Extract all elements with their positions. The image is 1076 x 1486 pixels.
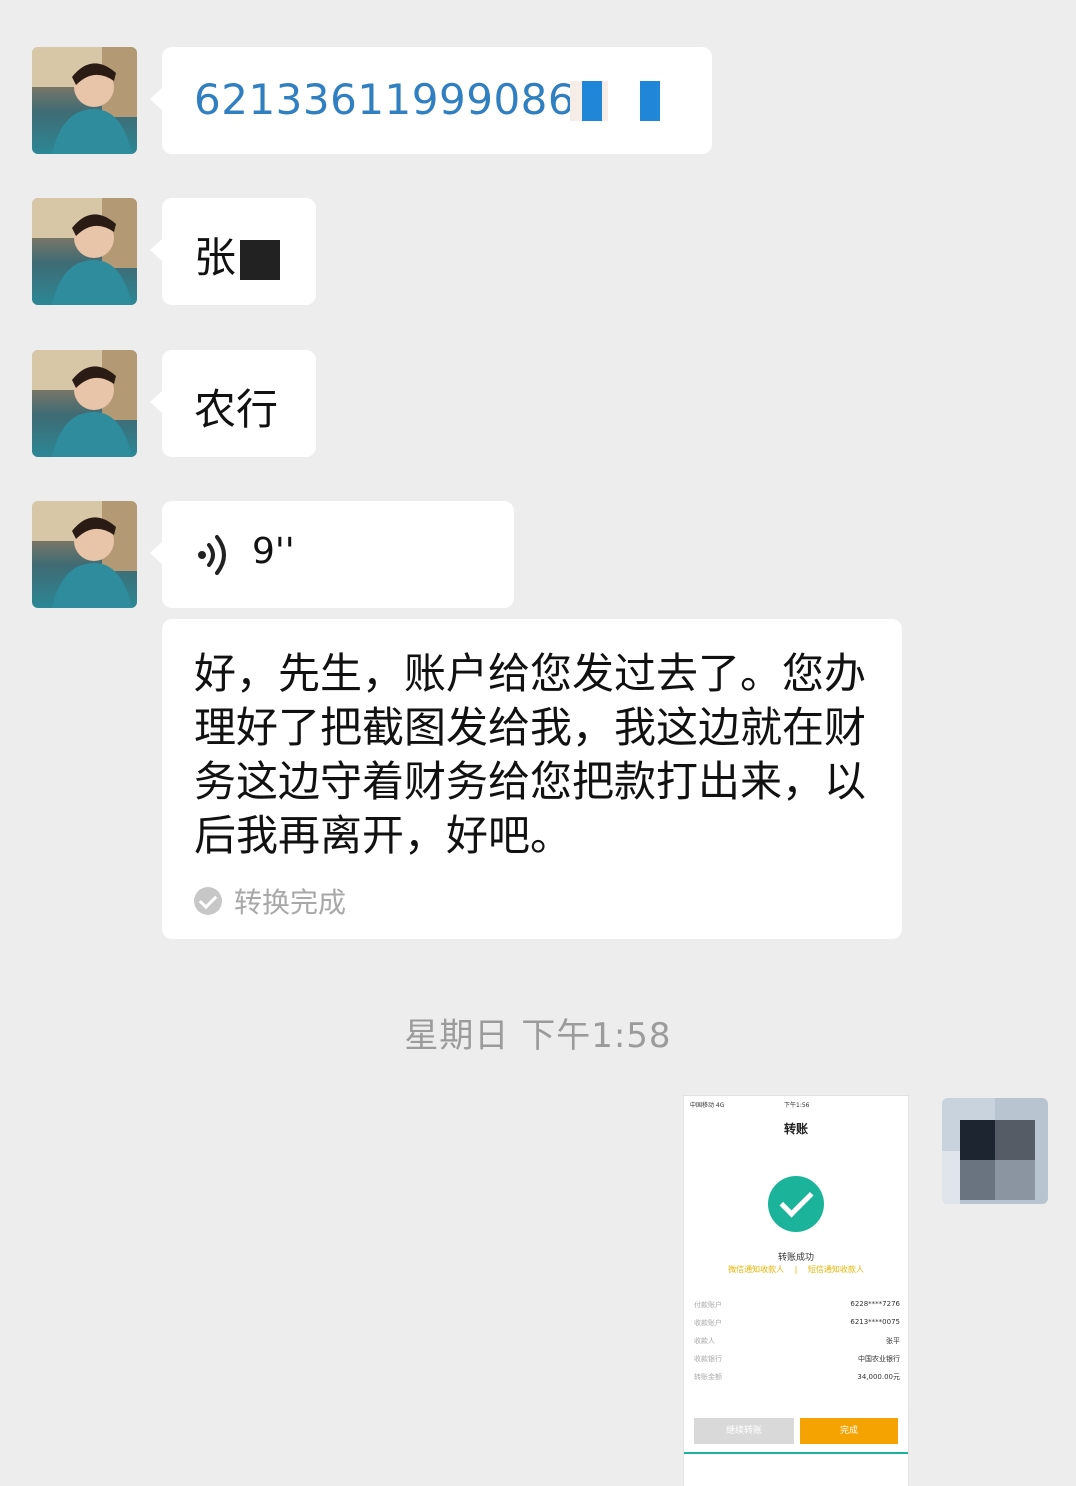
- my-avatar[interactable]: [942, 1098, 1048, 1204]
- status-time: 下午1:56: [784, 1102, 810, 1109]
- success-check-icon: [768, 1176, 824, 1232]
- carrier-text: 中国移动 4G: [690, 1102, 725, 1109]
- field-value: 6228****7276: [850, 1300, 900, 1308]
- bank-text: 农行: [194, 385, 279, 434]
- field-label: 收款账户: [694, 1319, 722, 1327]
- progress-bar: [684, 1452, 908, 1454]
- name-text: 张: [194, 233, 237, 282]
- field-label: 收款人: [694, 1337, 715, 1345]
- transfer-result: 转账成功: [777, 1253, 814, 1263]
- done-button: 完成: [800, 1418, 898, 1444]
- transcription-text: 好，先生，账户给您发过去了。您办理好了把截图发给我，我这边就在财务这边守着财务给…: [194, 649, 867, 860]
- contact-avatar[interactable]: [32, 47, 137, 154]
- convert-status-label: 转换完成: [234, 886, 347, 919]
- link-separator: |: [794, 1265, 798, 1274]
- field-value: 6213****0075: [850, 1318, 900, 1326]
- field-label: 转账金额: [694, 1373, 722, 1381]
- field-value: 34,000.00元: [857, 1373, 900, 1381]
- contact-avatar[interactable]: [32, 350, 137, 457]
- voice-wave-icon: [198, 535, 226, 575]
- message-bubble-account[interactable]: 62133611999086: [150, 47, 712, 154]
- continue-transfer-button: 继续转账: [694, 1418, 794, 1444]
- voice-message-bubble[interactable]: 9'': [150, 501, 514, 608]
- voice-transcription[interactable]: 好，先生，账户给您发过去了。您办理好了把截图发给我，我这边就在财务这边守着财务给…: [162, 619, 902, 939]
- notify-wechat-link: 微信通知收款人: [728, 1265, 785, 1274]
- convert-status: 转换完成: [194, 881, 346, 921]
- transfer-title: 转账: [783, 1122, 808, 1136]
- check-circle-icon: [194, 887, 222, 915]
- notify-sms-link: 短信通知收款人: [807, 1265, 864, 1274]
- field-value: 张平: [886, 1337, 900, 1345]
- account-number-link[interactable]: 62133611999086: [194, 75, 575, 124]
- field-label: 付款账户: [694, 1301, 722, 1309]
- chat-timestamp: 星期日 下午1:58: [404, 1016, 672, 1056]
- notify-links: 微信通知收款人 | 短信通知收款人: [684, 1264, 908, 1275]
- message-bubble-name[interactable]: 张: [150, 198, 316, 305]
- censor-mosaic: [582, 81, 602, 121]
- message-bubble-bank[interactable]: 农行: [150, 350, 316, 457]
- contact-avatar[interactable]: [32, 501, 137, 608]
- censor-block: [240, 240, 280, 280]
- field-value: 中国农业银行: [858, 1355, 900, 1363]
- field-label: 收款银行: [694, 1355, 722, 1363]
- sent-image-message[interactable]: 中国移动 4G 下午1:56 转账 转账成功 微信通知收款人 | 短信通知收款人…: [684, 1096, 908, 1486]
- voice-duration: 9'': [252, 531, 295, 572]
- contact-avatar[interactable]: [32, 198, 137, 305]
- censor-mosaic: [640, 81, 660, 121]
